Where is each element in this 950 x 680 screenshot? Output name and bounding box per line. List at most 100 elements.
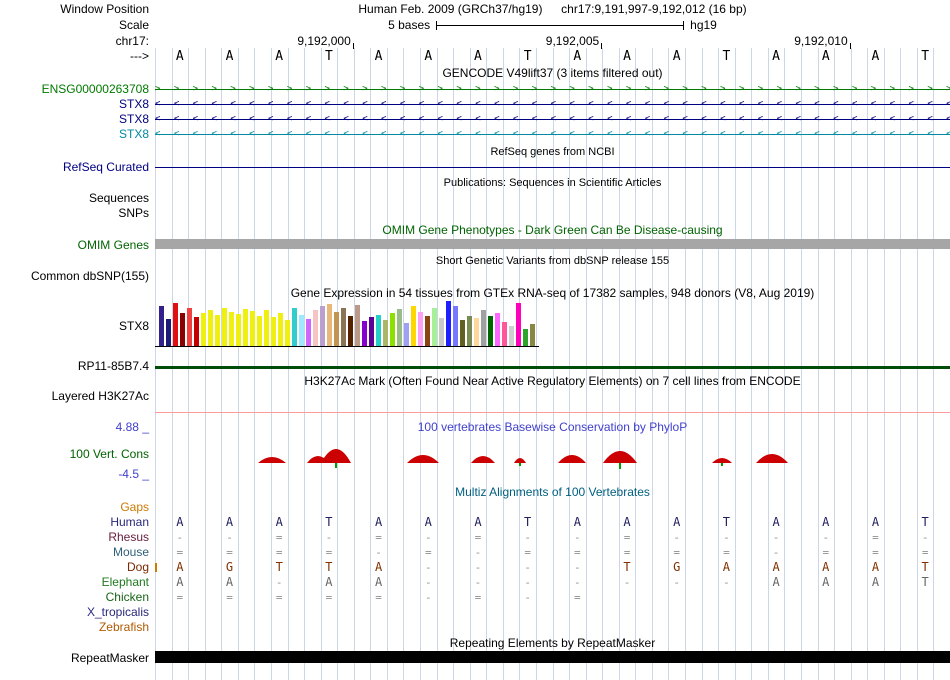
gtex-tissue-bar[interactable] [530, 324, 535, 346]
gtex-tissue-bar[interactable] [257, 316, 262, 346]
alignment-bases[interactable]: AA-AA-------AAAT [155, 575, 950, 590]
gtex-tissue-bar[interactable] [166, 319, 171, 346]
gtex-tissue-bar[interactable] [390, 313, 395, 346]
alignment-bases[interactable]: = = = = - = - = = = = = - = = = [155, 545, 950, 560]
gtex-tissue-bar[interactable] [208, 310, 213, 346]
gtex-track-title[interactable]: Gene Expression in 54 tissues from GTEx … [155, 286, 950, 300]
transcript-row[interactable]: STX8 < < < < < < < < < < < < < < < < < <… [0, 97, 950, 111]
alignment-row-rhesus[interactable]: Rhesus - - = - = - = - - = - - - - = - [0, 530, 950, 545]
alignment-bases[interactable]: AAATAAATAAATAAAT [155, 515, 950, 530]
gtex-tissue-bar[interactable] [243, 309, 248, 346]
alignment-row-dog[interactable]: Dog A G T T A - - - - T G A A A A T [0, 560, 950, 575]
gtex-tissue-bar[interactable] [306, 319, 311, 346]
gtex-tissue-bar[interactable] [285, 320, 290, 346]
gtex-tissue-bar[interactable] [502, 322, 507, 346]
publications-track-title[interactable]: Publications: Sequences in Scientific Ar… [155, 176, 950, 189]
omim-genes-label[interactable]: OMIM Genes [0, 238, 155, 252]
gtex-tissue-bar[interactable] [271, 317, 276, 346]
alignment-row-chicken[interactable]: Chicken = = = = = - = - = [0, 590, 950, 605]
gtex-tissue-bar[interactable] [334, 312, 339, 346]
species-label[interactable]: Zebrafish [0, 620, 155, 635]
gtex-tissue-bar[interactable] [278, 313, 283, 346]
gtex-tissue-bar[interactable] [376, 315, 381, 346]
gencode-track-title[interactable]: GENCODE V49lift37 (3 items filtered out) [155, 66, 950, 80]
h3k27ac-track-row[interactable]: Layered H3K27Ac [0, 389, 950, 403]
alignment-row-mouse[interactable]: Mouse = = = = - = - = = = = = - = = = [0, 545, 950, 560]
gtex-tissue-bar[interactable] [194, 317, 199, 346]
h3k27ac-track-label[interactable]: Layered H3K27Ac [0, 389, 155, 403]
gtex-tissue-bar[interactable] [404, 323, 409, 346]
gtex-tissue-bar[interactable] [355, 305, 360, 346]
gtex-tissue-bar[interactable] [432, 308, 437, 346]
gene-label[interactable]: ENSG00000263708 [0, 82, 155, 96]
gtex-tissue-bar[interactable] [264, 310, 269, 346]
multiz-track-title[interactable]: Multiz Alignments of 100 Vertebrates [155, 485, 950, 499]
repeatmasker-row[interactable]: RepeatMasker [0, 651, 950, 665]
multiz-gaps-row[interactable]: Gaps [0, 500, 950, 514]
gene-label[interactable]: STX8 [0, 112, 155, 126]
gtex-tissue-bar[interactable] [159, 306, 164, 346]
refseq-transcript-line[interactable] [155, 167, 950, 168]
omim-genes-row[interactable]: OMIM Genes [0, 238, 950, 252]
snps-track-label[interactable]: SNPs [0, 206, 155, 220]
refseq-track-title[interactable]: RefSeq genes from NCBI [155, 145, 950, 158]
species-label[interactable]: Chicken [0, 590, 155, 605]
species-label[interactable]: Mouse [0, 545, 155, 560]
gtex-tissue-bar[interactable] [348, 316, 353, 346]
gtex-tissue-bar[interactable] [236, 314, 241, 346]
repeat-element-bar[interactable] [155, 651, 950, 663]
gtex-tissue-bar[interactable] [495, 313, 500, 346]
gtex-tissue-bar[interactable] [292, 308, 297, 346]
gtex-tissue-bar[interactable] [523, 329, 528, 346]
gene-label[interactable]: STX8 [0, 127, 155, 141]
omim-track-title[interactable]: OMIM Gene Phenotypes - Dark Green Can Be… [155, 223, 950, 237]
gtex-tissue-bar[interactable] [229, 312, 234, 346]
gtex-tissue-bar[interactable] [320, 306, 325, 346]
gtex-tissue-bar[interactable] [481, 310, 486, 346]
conservation-wiggle[interactable] [155, 434, 950, 478]
sequences-track-row[interactable]: Sequences [0, 191, 950, 205]
dna-sequence-track[interactable]: AAATAAATAAATAAAT [155, 49, 950, 65]
gtex-tissue-bar[interactable] [201, 313, 206, 346]
gtex-tissue-bar[interactable] [327, 304, 332, 346]
alignment-row-elephant[interactable]: Elephant A A - A A - - - - - - - A A A T [0, 575, 950, 590]
gtex-tissue-bar[interactable] [488, 316, 493, 346]
transcript-row[interactable]: STX8 < < < < < < < < < < < < < < < < < <… [0, 127, 950, 141]
lncrna-row[interactable]: RP11-85B7.4 [0, 358, 950, 374]
transcript-line[interactable]: < < < < < < < < < < < < < < < < < < < < … [155, 127, 950, 141]
gtex-tissue-bar[interactable] [418, 312, 423, 346]
lncrna-gene-label[interactable]: RP11-85B7.4 [0, 358, 155, 374]
dbsnp-track-title[interactable]: Short Genetic Variants from dbSNP releas… [155, 254, 950, 267]
species-label[interactable]: Dog [0, 560, 155, 575]
gtex-tissue-bar[interactable] [369, 317, 374, 346]
coordinate-row[interactable]: chr17: 9,192,000 9,192,005 9,192,010 [0, 34, 950, 49]
gtex-tissue-bar[interactable] [453, 306, 458, 346]
gene-label[interactable]: STX8 [0, 97, 155, 111]
transcript-line[interactable]: < < < < < < < < < < < < < < < < < < < < … [155, 112, 950, 126]
species-label[interactable]: Human [0, 515, 155, 530]
alignment-bases[interactable] [155, 620, 950, 635]
gtex-tissue-bar[interactable] [397, 309, 402, 346]
gtex-tissue-bar[interactable] [173, 303, 178, 346]
transcript-row[interactable]: STX8 < < < < < < < < < < < < < < < < < <… [0, 112, 950, 126]
repeatmasker-label[interactable]: RepeatMasker [0, 651, 155, 665]
gtex-tissue-bar[interactable] [250, 311, 255, 346]
gtex-tissue-bar[interactable] [362, 321, 367, 346]
alignment-bases[interactable]: - - = - = - = - - = - - - - = - [155, 530, 950, 545]
gtex-tissue-bar[interactable] [180, 313, 185, 346]
snps-track-row[interactable]: SNPs [0, 206, 950, 220]
refseq-curated-row[interactable]: RefSeq Curated [0, 160, 950, 174]
gtex-tissue-bar[interactable] [313, 310, 318, 346]
gtex-tissue-bar[interactable] [509, 326, 514, 346]
omim-gene-bar[interactable] [155, 239, 950, 249]
alignment-row-human[interactable]: Human A A A T A A A T A A A T A A A T [0, 515, 950, 530]
sequence-row[interactable]: ---> A A A T A A A T A A A T A A A T [0, 49, 950, 65]
dbsnp-track-label[interactable]: Common dbSNP(155) [0, 269, 155, 283]
gtex-tissue-bar[interactable] [341, 308, 346, 346]
h3k27ac-track-title[interactable]: H3K27Ac Mark (Often Found Near Active Re… [155, 374, 950, 388]
transcript-row[interactable]: ENSG00000263708 > > > > > > > > > > > > … [0, 82, 950, 96]
gtex-tissue-bar[interactable] [516, 303, 521, 346]
gtex-tissue-bar[interactable] [467, 316, 472, 346]
coordinate-ruler[interactable]: 9,192,000 9,192,005 9,192,010 [155, 34, 950, 49]
gtex-tissue-bar[interactable] [299, 315, 304, 346]
